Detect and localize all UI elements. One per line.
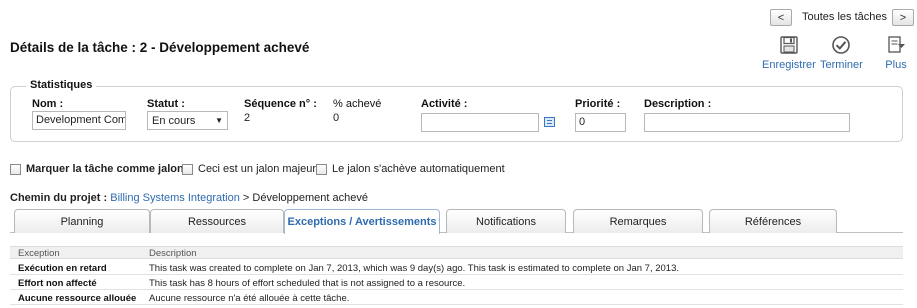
tab-planning[interactable]: Planning	[14, 209, 150, 233]
column-header-description: Description	[149, 248, 197, 259]
status-label: Statut :	[147, 98, 185, 110]
name-field[interactable]: Development Com	[32, 111, 126, 130]
column-header-exception: Exception	[18, 248, 60, 259]
activity-picker-icon[interactable]	[544, 117, 555, 127]
activity-label: Activité :	[421, 98, 468, 110]
previous-label: <	[777, 11, 785, 24]
percent-complete-label: % achevé	[333, 98, 382, 110]
next-task-button[interactable]: >	[892, 9, 914, 26]
tab-references-label: Références	[744, 215, 802, 228]
exception-description: This task was created to complete on Jan…	[149, 263, 679, 274]
status-select[interactable]: En cours ▼	[147, 111, 228, 130]
tab-exceptions-label: Exceptions / Avertissements	[287, 216, 437, 228]
sequence-label: Séquence n° :	[244, 98, 317, 110]
next-label: >	[899, 11, 907, 24]
sequence-value: 2	[244, 112, 251, 124]
previous-task-button[interactable]: <	[770, 9, 792, 26]
tab-resources-label: Ressources	[187, 215, 247, 228]
finish-button[interactable]: Terminer	[820, 34, 863, 71]
finish-label: Terminer	[820, 59, 863, 71]
table-header: Exception Description	[10, 246, 903, 259]
priority-field[interactable]: 0	[575, 113, 626, 132]
tab-notifications-label: Notifications	[476, 215, 536, 228]
auto-complete-checkbox[interactable]	[316, 164, 327, 175]
name-label: Nom :	[32, 98, 64, 110]
exception-name: Exécution en retard	[18, 263, 107, 274]
tab-exceptions[interactable]: Exceptions / Avertissements	[284, 209, 440, 234]
major-milestone-checkbox[interactable]	[182, 164, 193, 175]
description-label: Description :	[644, 98, 712, 110]
milestone-label: Marquer la tâche comme jalon	[26, 163, 184, 175]
more-label: Plus	[885, 59, 907, 71]
exception-description: This task has 8 hours of effort schedule…	[149, 278, 466, 289]
save-icon	[778, 34, 800, 56]
percent-complete-value: 0	[333, 112, 340, 124]
chevron-down-icon: ▼	[215, 116, 223, 125]
exception-description: Aucune ressource n'a été allouée à cette…	[149, 293, 350, 304]
path-prefix: Chemin du projet :	[10, 192, 108, 204]
statistics-legend: Statistiques	[26, 79, 97, 91]
status-value: En cours	[152, 114, 196, 127]
tab-remarks-label: Remarques	[609, 215, 667, 228]
page-title: Détails de la tâche : 2 - Développement …	[10, 40, 310, 55]
activity-field[interactable]	[421, 113, 539, 132]
check-circle-icon	[830, 34, 852, 56]
breadcrumb: Chemin du projet : Billing Systems Integ…	[10, 192, 368, 204]
table-row: Aucune ressource allouée Aucune ressourc…	[10, 292, 903, 305]
tab-resources[interactable]: Ressources	[150, 209, 284, 233]
auto-complete-label: Le jalon s'achève automatiquement	[332, 163, 505, 175]
tab-planning-label: Planning	[60, 215, 104, 228]
save-button[interactable]: Enregistrer	[762, 34, 816, 71]
table-row: Exécution en retard This task was create…	[10, 262, 903, 275]
milestone-checkbox[interactable]	[10, 164, 21, 175]
priority-label: Priorité :	[575, 98, 621, 110]
more-menu-icon	[885, 34, 907, 56]
tab-remarks[interactable]: Remarques	[573, 209, 703, 233]
description-field[interactable]	[644, 113, 850, 132]
save-label: Enregistrer	[762, 59, 816, 71]
major-milestone-label: Ceci est un jalon majeur	[198, 163, 317, 175]
exception-name: Aucune ressource allouée	[18, 293, 137, 304]
project-link[interactable]: Billing Systems Integration	[110, 192, 240, 204]
more-button[interactable]: Plus	[885, 34, 907, 71]
table-row: Effort non affecté This task has 8 hours…	[10, 277, 903, 290]
all-tasks-link[interactable]: Toutes les tâches	[802, 11, 887, 23]
path-current: > Développement achevé	[242, 192, 368, 204]
exception-name: Effort non affecté	[18, 278, 97, 289]
tab-notifications[interactable]: Notifications	[446, 209, 566, 233]
tab-references[interactable]: Références	[709, 209, 837, 233]
